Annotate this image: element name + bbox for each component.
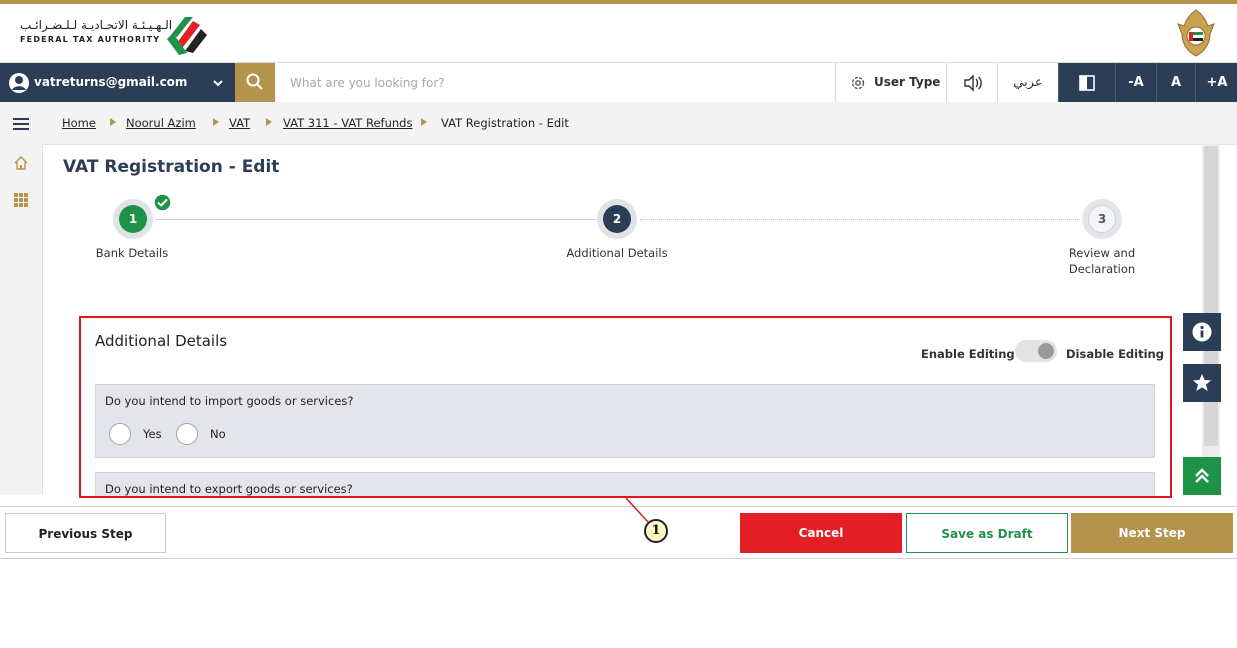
stepper-line-2 [640, 219, 1080, 220]
font-decrease-button[interactable]: -A [1115, 63, 1156, 103]
step-3[interactable]: 3 [1082, 199, 1122, 239]
action-footer: Previous Step Cancel Save as Draft Next … [0, 506, 1237, 559]
question-import: Do you intend to import goods or service… [95, 384, 1155, 458]
contrast-button[interactable] [1058, 63, 1115, 103]
breadcrumb-separator-icon [213, 118, 219, 126]
search-input[interactable] [276, 63, 834, 103]
sidebar-item-apps[interactable] [0, 181, 42, 218]
favorite-button[interactable] [1183, 364, 1221, 402]
scroll-top-button[interactable] [1183, 457, 1221, 495]
step-1-label: Bank Details [95, 246, 169, 260]
top-bar: vatreturns@gmail.com User Type عربي -A A [0, 62, 1237, 104]
question-import-text: Do you intend to import goods or service… [105, 394, 354, 408]
stepper-line-1 [156, 219, 596, 220]
breadcrumb-current: VAT Registration - Edit [441, 116, 569, 130]
site-header: الـهـيـئـة الاتحـاديـة لـلـضـرائـب FEDER… [0, 4, 1237, 62]
page-title: VAT Registration - Edit [63, 157, 280, 177]
logo-english-text: FEDERAL TAX AUTHORITY [20, 35, 161, 44]
arabic-language-link[interactable]: عربي [997, 63, 1058, 103]
sidebar-item-home[interactable] [0, 144, 42, 181]
breadcrumb-home[interactable]: Home [62, 116, 96, 130]
sound-button[interactable] [946, 63, 997, 103]
radio-import-yes-label: Yes [143, 427, 162, 441]
font-normal-button[interactable]: A [1156, 63, 1195, 103]
breadcrumb-separator-icon [266, 118, 272, 126]
save-as-draft-button[interactable]: Save as Draft [906, 513, 1068, 553]
gear-icon [851, 76, 865, 90]
step-2[interactable]: 2 [597, 199, 637, 239]
next-step-button[interactable]: Next Step [1071, 513, 1233, 553]
step-1-number: 1 [119, 205, 147, 233]
radio-import-yes[interactable] [109, 423, 131, 445]
breadcrumb-user[interactable]: Noorul Azim [126, 116, 196, 130]
section-title: Additional Details [95, 332, 228, 350]
breadcrumb: Home Noorul Azim VAT VAT 311 - VAT Refun… [42, 102, 1237, 145]
step-3-label-line2: Declaration [1068, 262, 1136, 276]
question-export: Do you intend to export goods or service… [95, 472, 1155, 496]
step-2-number: 2 [603, 205, 631, 233]
breadcrumb-vat311[interactable]: VAT 311 - VAT Refunds [283, 116, 412, 130]
grid-apps-icon [14, 193, 28, 207]
double-chevron-up-icon [1195, 468, 1209, 483]
info-button[interactable] [1183, 313, 1221, 351]
step-3-label: Review and [1068, 246, 1136, 260]
step-2-label: Additional Details [566, 246, 668, 260]
step-complete-check-icon [153, 193, 172, 212]
step-1[interactable]: 1 [113, 199, 153, 239]
previous-step-button[interactable]: Previous Step [5, 513, 166, 553]
fta-logo-icon[interactable] [163, 9, 213, 59]
contrast-icon [1079, 75, 1095, 91]
annotation-callout-badge: 1 [644, 519, 668, 543]
speaker-icon [964, 74, 982, 92]
radio-import-no[interactable] [176, 423, 198, 445]
user-type-label: User Type [874, 75, 941, 89]
uae-emblem-icon [1177, 9, 1215, 57]
editing-toggle[interactable] [1015, 340, 1057, 362]
toggle-knob [1038, 343, 1054, 359]
search-button[interactable] [235, 63, 275, 103]
search-icon [246, 73, 263, 90]
disable-editing-label: Disable Editing [1066, 347, 1164, 361]
breadcrumb-separator-icon [421, 118, 427, 126]
hamburger-menu-icon [13, 118, 29, 130]
logo-arabic-text: الـهـيـئـة الاتحـاديـة لـلـضـرائـب [20, 18, 173, 32]
star-icon [1193, 374, 1211, 391]
user-type-button[interactable]: User Type [835, 63, 946, 103]
sidebar [0, 102, 43, 495]
user-email: vatreturns@gmail.com [34, 75, 188, 89]
home-icon [14, 156, 28, 170]
step-3-number: 3 [1088, 205, 1116, 233]
enable-editing-label: Enable Editing [921, 347, 1015, 361]
breadcrumb-vat[interactable]: VAT [229, 116, 250, 130]
font-increase-button[interactable]: +A [1195, 63, 1237, 103]
question-export-text: Do you intend to export goods or service… [105, 482, 353, 496]
cancel-button[interactable]: Cancel [740, 513, 902, 553]
sidebar-menu-toggle[interactable] [0, 106, 42, 143]
info-icon [1192, 322, 1212, 342]
breadcrumb-separator-icon [110, 118, 116, 126]
user-avatar-icon [9, 73, 29, 93]
radio-import-no-label: No [210, 427, 226, 441]
user-menu[interactable]: vatreturns@gmail.com [0, 63, 235, 103]
chevron-down-icon [213, 80, 223, 87]
